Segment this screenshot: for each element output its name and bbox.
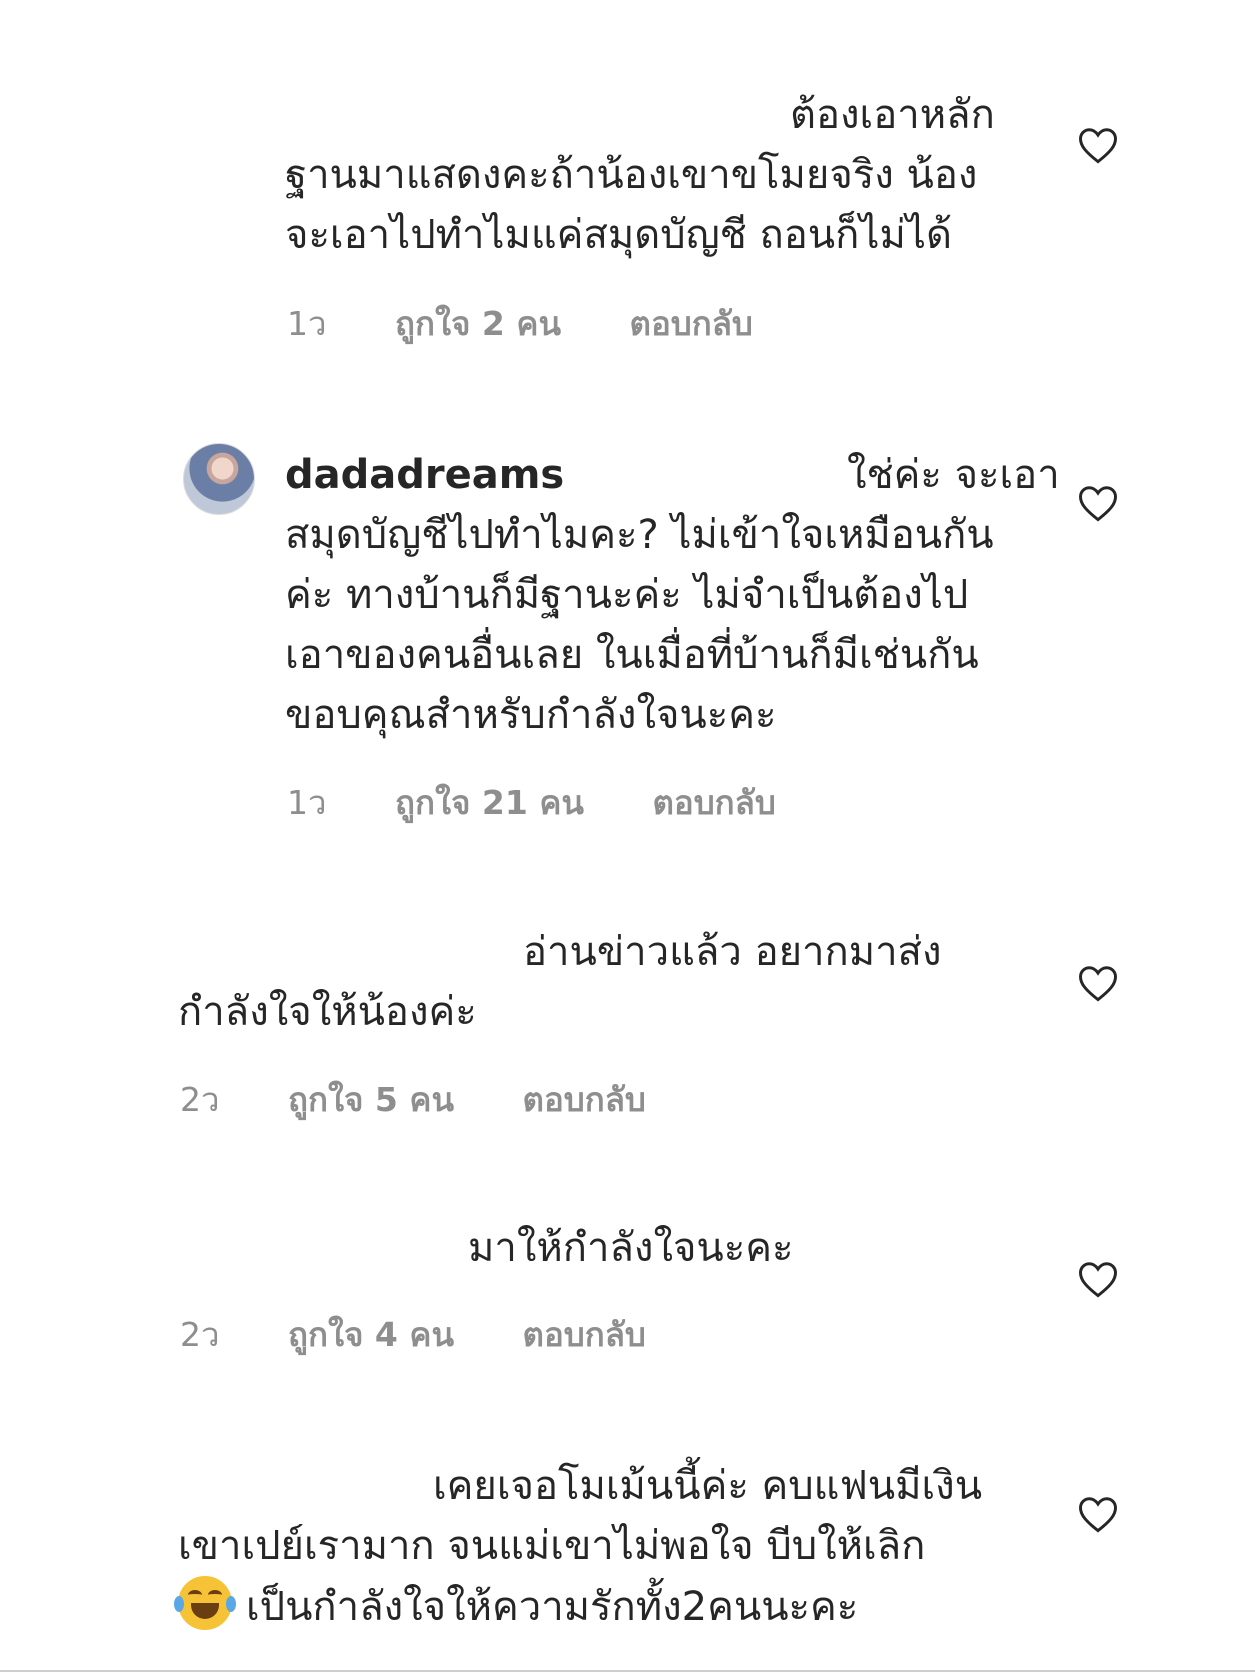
comment-likes[interactable]: ถูกใจ 4 คน xyxy=(288,1308,454,1361)
comment-meta: 1ว ถูกใจ 21 คน ตอบกลับ xyxy=(287,776,834,829)
face-with-tears-of-joy-icon xyxy=(174,1576,236,1630)
comment-line: เขาเปย์เรามาก จนแม่เขาไม่พอใจ บีบให้เลิก xyxy=(178,1523,926,1569)
comment-line: มาให้กำลังใจนะคะ xyxy=(468,1225,794,1271)
heart-outline-icon[interactable] xyxy=(1077,125,1119,165)
comment-line: อ่านข่าวแล้ว อยากมาส่ง xyxy=(523,929,942,975)
comment-username[interactable]: dadadreams xyxy=(285,452,564,498)
reply-button[interactable]: ตอบกลับ xyxy=(523,1308,646,1361)
comment-line: จะเอาไปทำไมแค่สมุดบัญชี ถอนก็ไม่ได้ xyxy=(285,212,952,258)
comment-text: เคยเจอโมเม้นนี้ค่ะ คบแฟนมีเงิน เขาเปย์เร… xyxy=(174,1456,983,1637)
comment-line: กำลังใจให้น้องค่ะ xyxy=(178,989,477,1035)
comment-line: ใช่ค่ะ จะเอา xyxy=(846,452,1060,498)
heart-outline-icon[interactable] xyxy=(1077,963,1119,1003)
comment-first-line: dadadreams ใช่ค่ะ จะเอา xyxy=(285,445,1060,505)
comment-line-with-emoji: เป็นกำลังใจให้ความรักทั้ง2คนนะคะ xyxy=(174,1576,982,1637)
comment-line: ฐานมาแสดงคะถ้าน้องเขาขโมยจริง น้อง xyxy=(285,152,978,198)
heart-outline-icon[interactable] xyxy=(1077,1259,1119,1299)
comment-line: ขอบคุณสำหรับกำลังใจนะคะ xyxy=(285,692,777,738)
comment-line: สมุดบัญชีไปทำไมคะ? ไม่เข้าใจเหมือนกัน xyxy=(285,512,994,558)
comment-line: ต้องเอาหลัก xyxy=(790,92,995,138)
comment-line: เอาของคนอื่นเลย ในเมื่อที่บ้านก็มีเช่นกั… xyxy=(285,632,979,678)
comment-meta: 1ว ถูกใจ 2 คน ตอบกลับ xyxy=(287,297,811,350)
comment-text: dadadreams ใช่ค่ะ จะเอา สมุดบัญชีไปทำไมค… xyxy=(285,445,1060,745)
comment-likes[interactable]: ถูกใจ 5 คน xyxy=(288,1073,454,1126)
reply-button[interactable]: ตอบกลับ xyxy=(630,297,753,350)
comment-text: มาให้กำลังใจนะคะ xyxy=(178,1218,794,1278)
heart-outline-icon[interactable] xyxy=(1077,1494,1119,1534)
reply-button[interactable]: ตอบกลับ xyxy=(523,1073,646,1126)
comment-line: เป็นกำลังใจให้ความรักทั้ง2คนนะคะ xyxy=(246,1584,859,1630)
comment-time: 1ว xyxy=(287,783,327,822)
reply-button[interactable]: ตอบกลับ xyxy=(652,776,775,829)
comment-line: ค่ะ ทางบ้านก็มีฐานะค่ะ ไม่จำเป็นต้องไป xyxy=(285,572,969,618)
heart-outline-icon[interactable] xyxy=(1077,483,1119,523)
comment-line: เคยเจอโมเม้นนี้ค่ะ คบแฟนมีเงิน xyxy=(433,1463,983,1509)
comment-meta: 2ว ถูกใจ 4 คน ตอบกลับ xyxy=(180,1308,704,1361)
user-avatar[interactable] xyxy=(183,443,255,515)
comment-time: 1ว xyxy=(287,304,327,343)
comment-likes[interactable]: ถูกใจ 21 คน xyxy=(395,776,584,829)
comment-text: ต้องเอาหลัก ฐานมาแสดงคะถ้าน้องเขาขโมยจริ… xyxy=(285,85,995,265)
bottom-divider xyxy=(0,1670,1255,1672)
comment-time: 2ว xyxy=(180,1315,220,1354)
comment-time: 2ว xyxy=(180,1080,220,1119)
comment-text: อ่านข่าวแล้ว อยากมาส่ง กำลังใจให้น้องค่ะ xyxy=(178,922,941,1042)
comment-likes[interactable]: ถูกใจ 2 คน xyxy=(395,297,561,350)
comment-meta: 2ว ถูกใจ 5 คน ตอบกลับ xyxy=(180,1073,704,1126)
